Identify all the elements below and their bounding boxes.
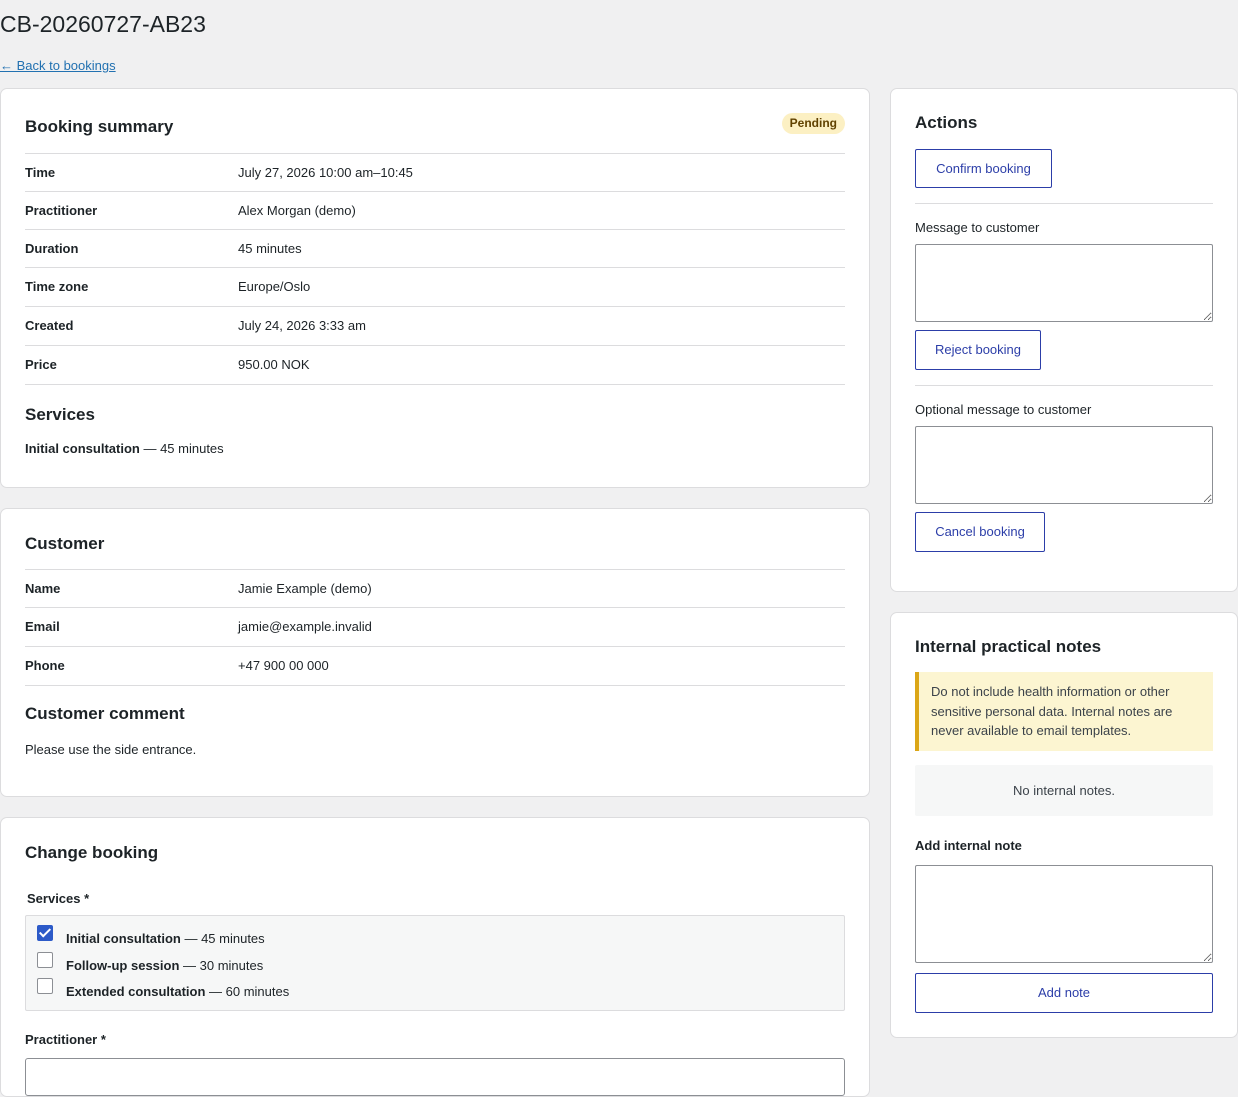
cancel-booking-button[interactable]: Cancel booking (915, 512, 1045, 552)
add-note-button[interactable]: Add note (915, 973, 1213, 1013)
service-option-duration: — 45 minutes (180, 931, 265, 946)
practitioner-select[interactable] (25, 1058, 845, 1096)
service-option-duration: — 60 minutes (205, 984, 290, 999)
actions-card: Actions Confirm booking Message to custo… (890, 88, 1238, 592)
summary-row-timezone: Time zone Europe/Oslo (25, 267, 845, 306)
row-value: 45 minutes (238, 241, 302, 256)
confirm-booking-button[interactable]: Confirm booking (915, 149, 1052, 188)
customer-comment-heading: Customer comment (25, 704, 185, 723)
checkbox[interactable] (37, 978, 53, 994)
privacy-warning: Do not include health information or oth… (915, 672, 1213, 751)
row-label: Email (25, 619, 60, 634)
services-heading: Services (25, 405, 95, 424)
page-title: CB-20260727-AB23 (0, 11, 206, 37)
row-label: Time zone (25, 279, 89, 294)
customer-card: Customer Name Jamie Example (demo) Email… (0, 508, 870, 797)
practitioner-field-label: Practitioner * (25, 1032, 106, 1047)
service-option-duration: — 30 minutes (179, 958, 264, 973)
add-internal-note-label: Add internal note (915, 838, 1022, 853)
divider (915, 385, 1213, 386)
actions-heading: Actions (915, 113, 978, 132)
message-to-customer-label: Message to customer (915, 220, 1040, 235)
row-label: Price (25, 357, 57, 372)
internal-notes-card: Internal practical notes Do not include … (890, 612, 1238, 1038)
status-badge: Pending (781, 113, 845, 134)
row-label: Duration (25, 241, 79, 256)
empty-notes-message: No internal notes. (915, 765, 1213, 816)
internal-notes-heading: Internal practical notes (915, 637, 1102, 656)
summary-row-time: Time July 27, 2026 10:00 am–10:45 (25, 153, 845, 192)
reject-booking-button[interactable]: Reject booking (915, 330, 1041, 370)
service-option-name: Follow-up session (66, 958, 180, 973)
checkbox-checked[interactable] (37, 925, 53, 941)
customer-comment: Please use the side entrance. (25, 742, 197, 757)
row-value: jamie@example.invalid (238, 619, 372, 634)
summary-row-price: Price 950.00 NOK (25, 345, 845, 385)
services-field-label: Services * (27, 891, 90, 906)
internal-note-textarea[interactable] (915, 865, 1213, 963)
service-option-name: Extended consultation (66, 984, 206, 999)
row-label: Name (25, 581, 61, 596)
row-label: Phone (25, 658, 65, 673)
row-value: Europe/Oslo (238, 279, 311, 294)
customer-row-email: Email jamie@example.invalid (25, 607, 845, 646)
optional-message-textarea[interactable] (915, 426, 1213, 504)
row-value: 950.00 NOK (238, 357, 310, 372)
service-option-label: Initial consultation — 45 minutes (66, 930, 265, 948)
booking-summary-card: Booking summary Pending Time July 27, 20… (0, 88, 870, 488)
service-option-label: Follow-up session — 30 minutes (66, 957, 263, 975)
row-label: Created (25, 318, 74, 333)
summary-row-practitioner: Practitioner Alex Morgan (demo) (25, 191, 845, 230)
summary-row-created: Created July 24, 2026 3:33 am (25, 306, 845, 345)
row-label: Time (25, 165, 56, 180)
booking-summary-heading: Booking summary (25, 117, 174, 136)
row-value: +47 900 00 000 (238, 658, 329, 673)
row-value: Alex Morgan (demo) (238, 203, 356, 218)
service-duration: — 45 minutes (139, 441, 224, 456)
checkbox[interactable] (37, 952, 53, 968)
customer-row-name: Name Jamie Example (demo) (25, 569, 845, 608)
customer-row-phone: Phone +47 900 00 000 (25, 646, 845, 686)
row-value: July 27, 2026 10:00 am–10:45 (238, 165, 413, 180)
customer-heading: Customer (25, 534, 105, 553)
message-to-customer-textarea[interactable] (915, 244, 1213, 322)
change-booking-heading: Change booking (25, 843, 159, 862)
service-name: Initial consultation (25, 441, 140, 456)
row-value: July 24, 2026 3:33 am (238, 318, 366, 333)
optional-message-label: Optional message to customer (915, 402, 1092, 417)
service-option-label: Extended consultation — 60 minutes (66, 983, 289, 1001)
summary-row-duration: Duration 45 minutes (25, 229, 845, 268)
back-to-bookings-link[interactable]: ← Back to bookings (0, 57, 116, 75)
change-booking-card: Change booking Services * Initial consul… (0, 817, 870, 1097)
service-line: Initial consultation — 45 minutes (25, 441, 224, 456)
service-option-name: Initial consultation (66, 931, 181, 946)
row-label: Practitioner (25, 203, 98, 218)
services-checkbox-group: Initial consultation — 45 minutes Follow… (25, 915, 845, 1011)
divider (915, 203, 1213, 204)
row-value: Jamie Example (demo) (238, 581, 372, 596)
